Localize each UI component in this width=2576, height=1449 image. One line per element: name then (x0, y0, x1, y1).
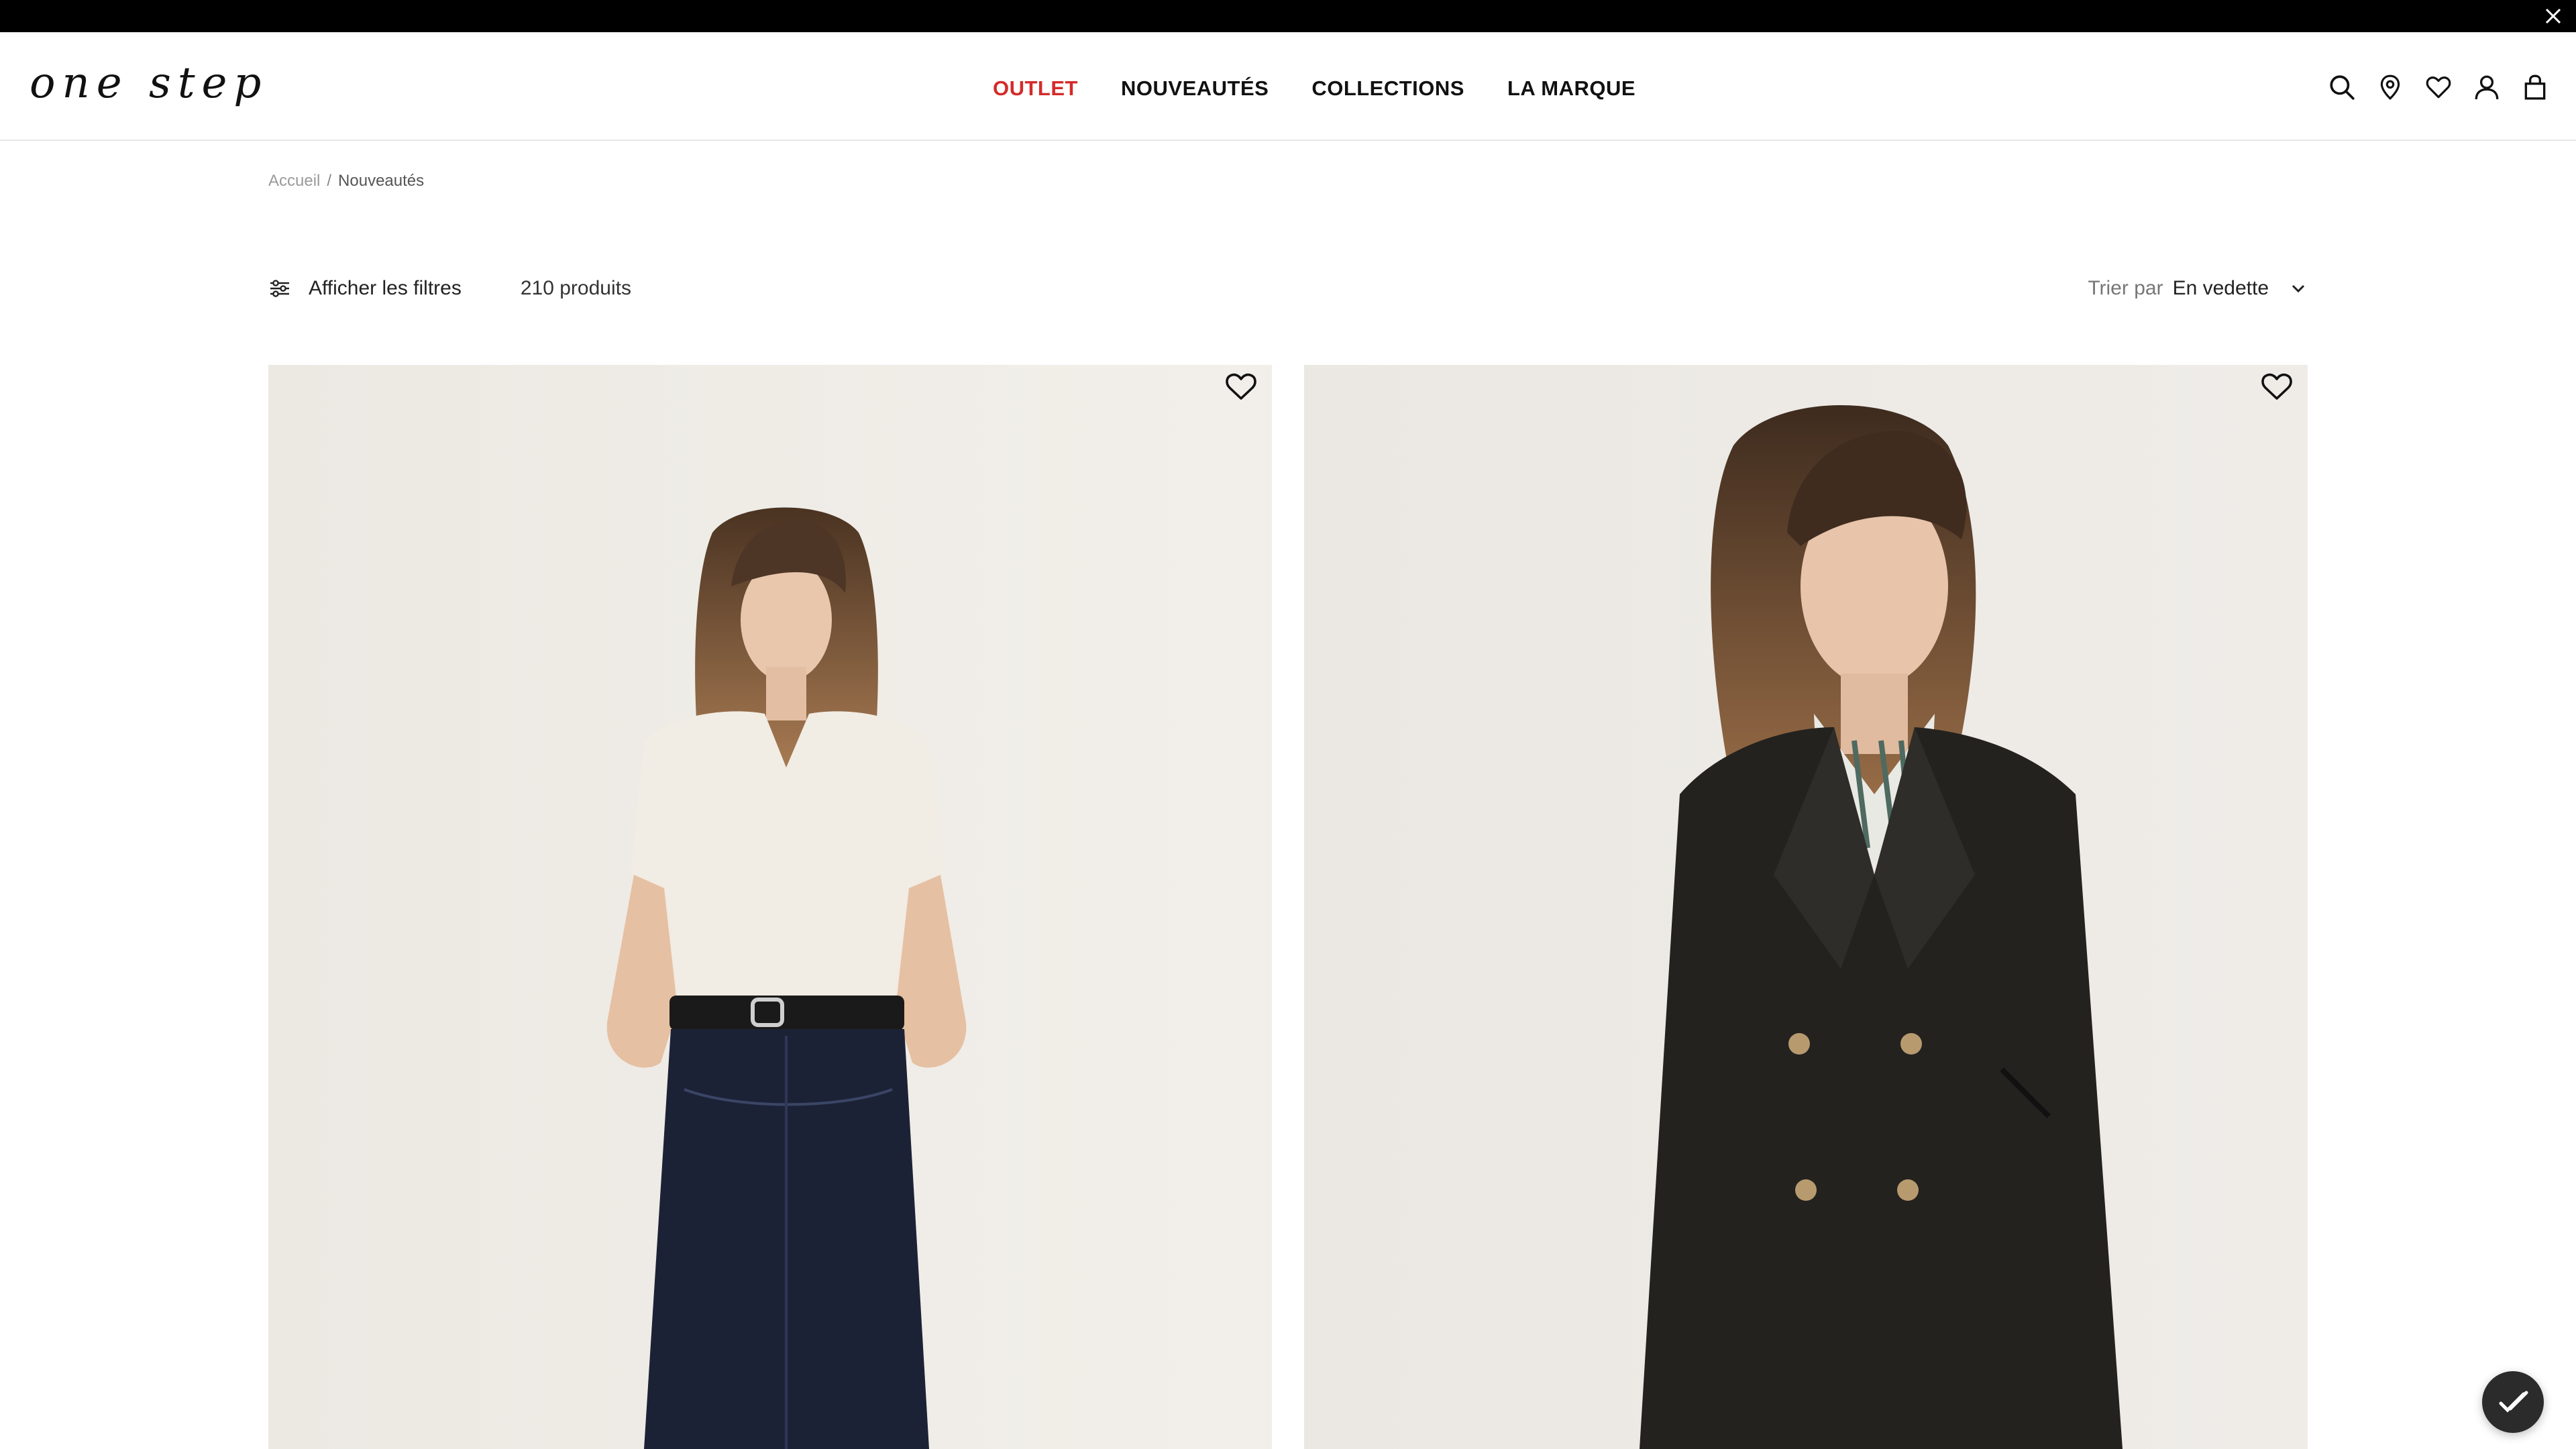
breadcrumb-separator: / (327, 172, 332, 190)
product-image (268, 365, 1272, 1449)
filters-icon (268, 277, 291, 300)
site-header: one step OUTLET NOUVEAUTÉS COLLECTIONS L… (0, 32, 2576, 141)
product-count: 210 produits (520, 277, 631, 299)
product-grid (268, 365, 2308, 1449)
main-nav: OUTLET NOUVEAUTÉS COLLECTIONS LA MARQUE (993, 68, 1635, 109)
product-image (1304, 365, 2308, 1449)
sort-label: Trier par (2088, 277, 2163, 299)
account-icon[interactable] (2473, 73, 2501, 101)
show-filters-label: Afficher les filtres (309, 277, 462, 299)
heart-icon[interactable] (1222, 368, 1260, 405)
wishlist-icon[interactable] (2424, 73, 2453, 101)
accessibility-badge-icon[interactable] (2482, 1371, 2544, 1433)
nav-item-nouveautes[interactable]: NOUVEAUTÉS (1121, 76, 1269, 101)
brand-logo[interactable]: one step (30, 56, 268, 110)
nav-item-la-marque[interactable]: LA MARQUE (1507, 76, 1635, 101)
breadcrumb-home[interactable]: Accueil (268, 172, 320, 191)
listing-toolbar: Afficher les filtres 210 produits Trier … (268, 268, 2308, 309)
product-card[interactable] (268, 365, 1272, 1449)
sort-value: En vedette (2172, 277, 2269, 299)
announcement-bar (0, 0, 2576, 32)
bag-icon[interactable] (2521, 73, 2549, 101)
heart-icon[interactable] (2258, 368, 2296, 405)
nav-item-outlet[interactable]: OUTLET (993, 76, 1078, 101)
chevron-down-icon (2289, 279, 2308, 298)
store-locator-icon[interactable] (2376, 73, 2404, 101)
product-card[interactable] (1304, 365, 2308, 1449)
show-filters-button[interactable]: Afficher les filtres (268, 277, 462, 300)
header-actions (2328, 67, 2549, 107)
nav-item-collections[interactable]: COLLECTIONS (1311, 76, 1464, 101)
close-icon[interactable] (2542, 5, 2564, 27)
search-icon[interactable] (2328, 73, 2356, 101)
breadcrumb: Accueil / Nouveautés (268, 172, 424, 191)
breadcrumb-current: Nouveautés (338, 172, 425, 190)
sort-dropdown[interactable]: Trier par En vedette (2088, 277, 2308, 300)
